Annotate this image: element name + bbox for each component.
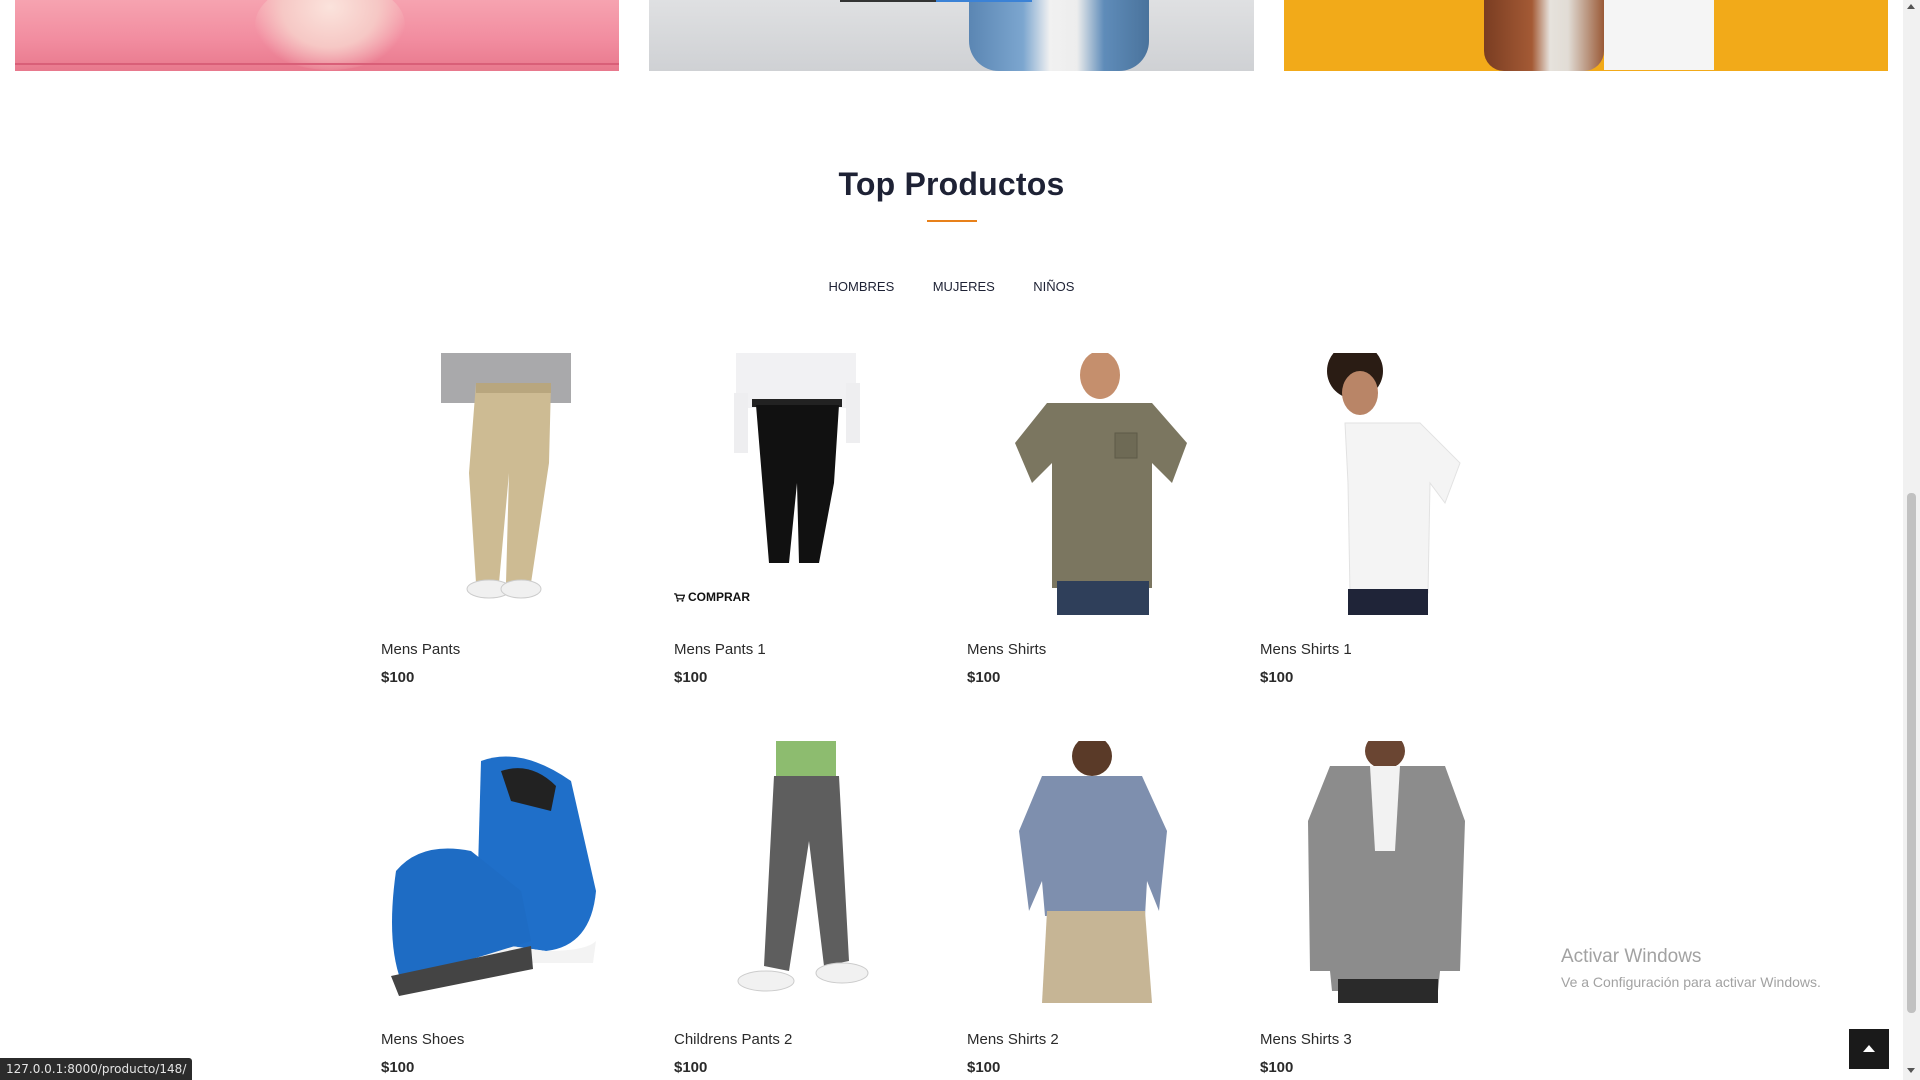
watermark-title: Activar Windows — [1561, 946, 1702, 967]
product-name[interactable]: Mens Shirts — [967, 641, 1046, 658]
cart-icon — [674, 593, 685, 602]
product-name[interactable]: Mens Shoes — [381, 1031, 464, 1048]
product-price: $100 — [381, 669, 415, 686]
product-name[interactable]: Childrens Pants 2 — [674, 1031, 792, 1048]
product-image[interactable] — [381, 741, 643, 1003]
product-card[interactable]: COMPRAR Mens Pants 1 $100 — [674, 353, 936, 686]
product-price: $100 — [674, 1059, 708, 1076]
product-name[interactable]: Mens Shirts 2 — [967, 1031, 1059, 1048]
product-card[interactable]: Mens Shirts 3 $100 — [1260, 733, 1522, 1076]
scroll-down-arrow-icon[interactable] — [1907, 1068, 1915, 1073]
browser-status-url: 127.0.0.1:8000/producto/148/ — [0, 1058, 193, 1080]
scroll-up-arrow-icon[interactable] — [1907, 4, 1915, 9]
product-image[interactable] — [381, 353, 643, 615]
product-name[interactable]: Mens Pants — [381, 641, 460, 658]
product-card[interactable]: Mens Shirts 2 $100 — [967, 736, 1229, 1076]
product-price: $100 — [381, 1059, 415, 1076]
category-banners — [0, 0, 1903, 71]
product-filters: HOMBRES MUJERES NIÑOS — [0, 278, 1903, 296]
filter-ninos[interactable]: NIÑOS — [1033, 279, 1074, 294]
product-card[interactable]: Mens Shoes $100 — [381, 741, 643, 1076]
product-card[interactable]: Childrens Pants 2 $100 — [674, 741, 936, 1076]
product-name[interactable]: Mens Shirts 1 — [1260, 641, 1352, 658]
banner-accessories[interactable] — [1284, 0, 1888, 71]
product-price: $100 — [674, 669, 708, 686]
product-image[interactable] — [674, 353, 936, 615]
watermark-subtitle: Ve a Configuración para activar Windows. — [1561, 974, 1821, 990]
product-price: $100 — [1260, 1059, 1294, 1076]
banner-women[interactable] — [15, 0, 619, 71]
chevron-up-icon — [1863, 1045, 1875, 1052]
product-image[interactable] — [1260, 733, 1522, 1003]
product-card[interactable]: Mens Pants $100 — [381, 353, 643, 686]
product-image[interactable] — [967, 736, 1229, 1003]
product-name[interactable]: Mens Shirts 3 — [1260, 1031, 1352, 1048]
product-card[interactable]: Mens Shirts $100 — [967, 351, 1229, 686]
buy-button[interactable]: COMPRAR — [674, 590, 750, 604]
product-image[interactable] — [967, 351, 1229, 615]
product-price: $100 — [967, 1059, 1001, 1076]
scrollbar-thumb[interactable] — [1907, 493, 1916, 1013]
product-price: $100 — [1260, 669, 1294, 686]
windows-activation-watermark: Activar Windows Ve a Configuración para … — [1561, 946, 1821, 990]
buy-button-label: COMPRAR — [688, 590, 750, 604]
title-underline — [927, 220, 977, 222]
back-to-top-button[interactable] — [1849, 1029, 1889, 1069]
product-price: $100 — [967, 669, 1001, 686]
section-title: Top Productos — [838, 166, 1065, 202]
filter-hombres[interactable]: HOMBRES — [829, 279, 895, 294]
product-name[interactable]: Mens Pants 1 — [674, 641, 766, 658]
product-card[interactable]: Mens Shirts 1 $100 — [1260, 343, 1522, 686]
banner-men[interactable] — [649, 0, 1254, 71]
filter-mujeres[interactable]: MUJERES — [933, 279, 995, 294]
product-image[interactable] — [674, 741, 936, 1003]
product-image[interactable] — [1260, 343, 1522, 615]
page-scrollbar[interactable] — [1903, 0, 1920, 1080]
